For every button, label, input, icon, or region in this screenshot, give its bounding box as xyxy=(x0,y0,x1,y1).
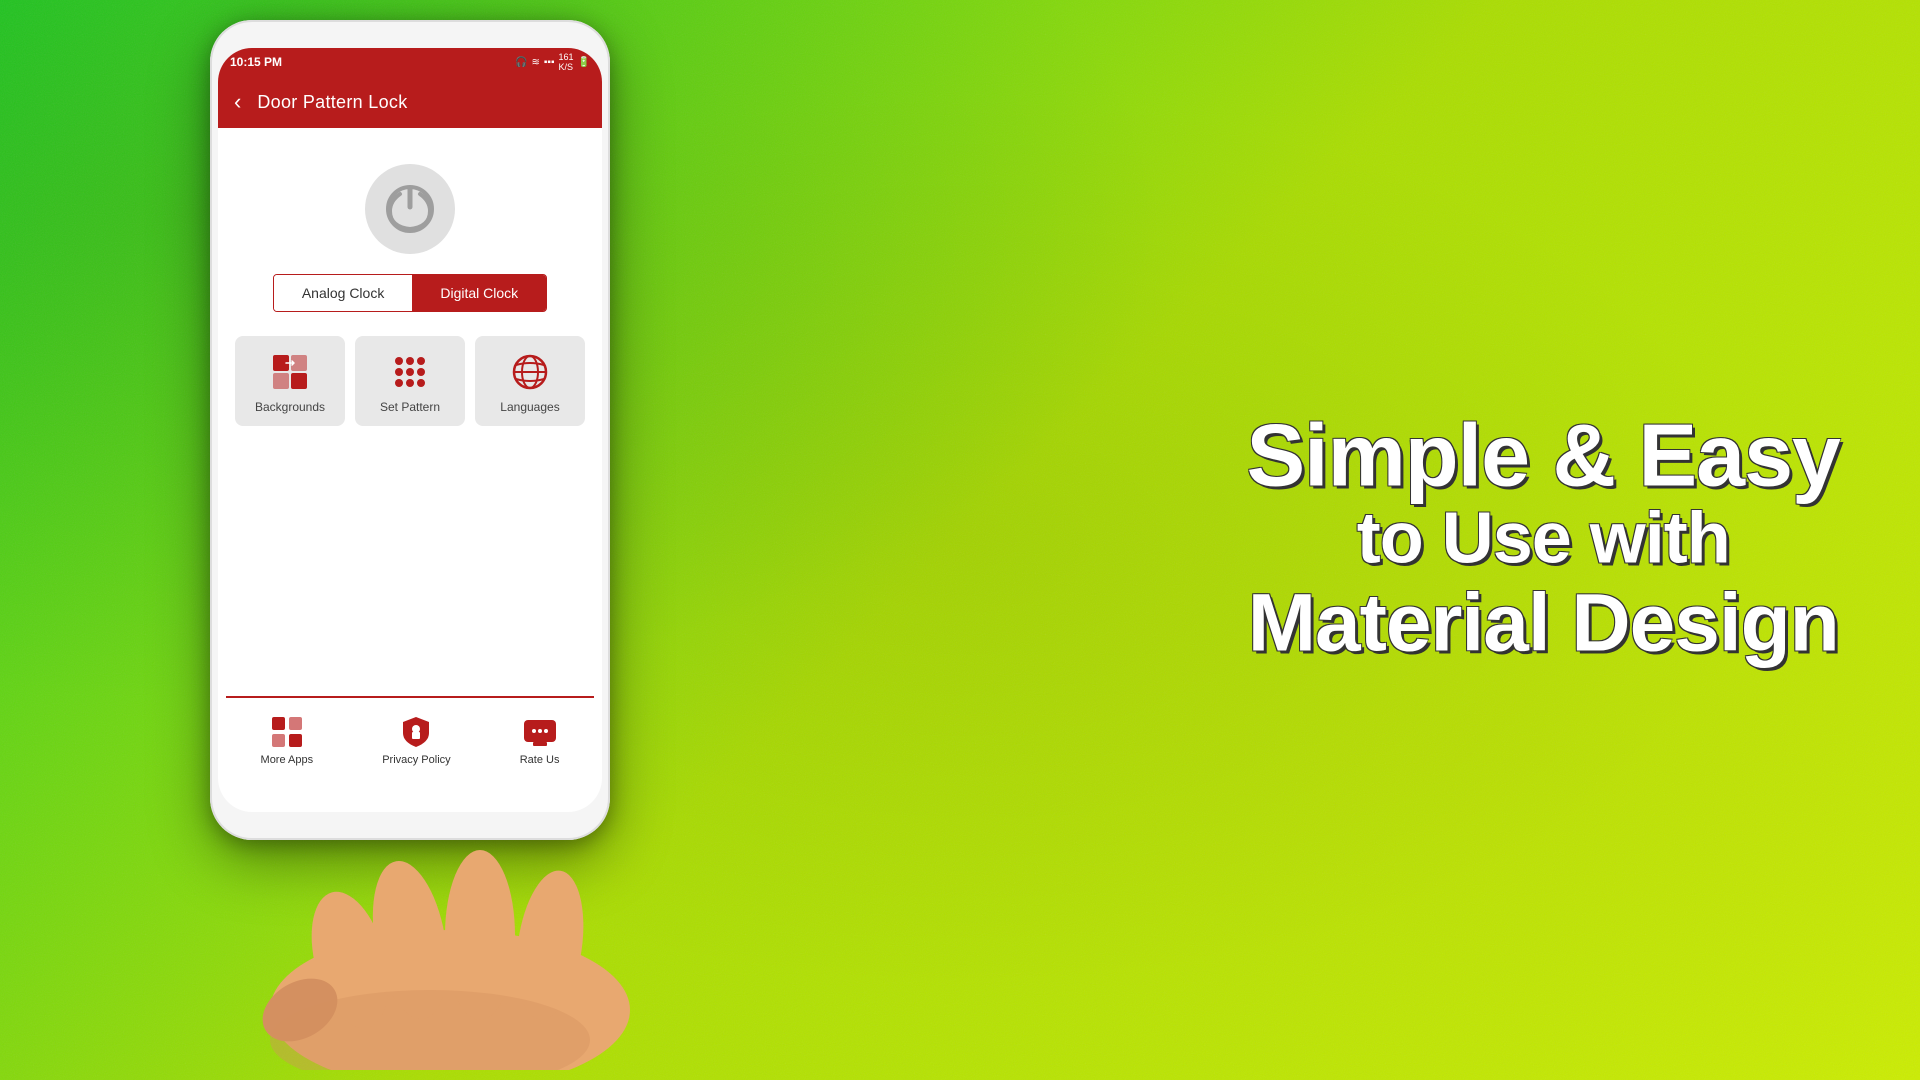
data-speed: 161K/S xyxy=(559,52,574,72)
phone-screen: 10:15 PM 🎧 ≋ ▪▪▪ 161K/S 🔋 ‹ Door Pattern… xyxy=(218,48,602,812)
back-button[interactable]: ‹ xyxy=(234,91,241,113)
headphone-icon: 🎧 xyxy=(515,57,527,68)
set-pattern-icon xyxy=(390,352,430,392)
status-time: 10:15 PM xyxy=(230,55,282,69)
signal-icon: ▪▪▪ xyxy=(544,57,555,68)
headline-line3: Material Design xyxy=(1246,579,1840,669)
status-icons: 🎧 ≋ ▪▪▪ 161K/S 🔋 xyxy=(515,52,590,72)
hand-area xyxy=(230,730,730,1080)
headline-line2: to Use with xyxy=(1246,499,1840,578)
analog-clock-button[interactable]: Analog Clock xyxy=(274,275,413,311)
clock-toggle-group: Analog Clock Digital Clock xyxy=(273,274,547,312)
languages-button[interactable]: Languages xyxy=(475,336,585,426)
backgrounds-label: Backgrounds xyxy=(255,400,325,414)
set-pattern-label: Set Pattern xyxy=(380,400,440,414)
right-text-block: Simple & Easy to Use with Material Desig… xyxy=(1246,411,1840,668)
screen-content: Analog Clock Digital Clock xyxy=(218,128,602,426)
app-bar: ‹ Door Pattern Lock xyxy=(218,76,602,128)
backgrounds-button[interactable]: Backgrounds xyxy=(235,336,345,426)
power-svg xyxy=(382,181,438,237)
set-pattern-button[interactable]: Set Pattern xyxy=(355,336,465,426)
digital-clock-button[interactable]: Digital Clock xyxy=(412,275,546,311)
phone-body: 10:15 PM 🎧 ≋ ▪▪▪ 161K/S 🔋 ‹ Door Pattern… xyxy=(210,20,610,840)
app-title: Door Pattern Lock xyxy=(257,92,407,113)
phone-mockup: 10:15 PM 🎧 ≋ ▪▪▪ 161K/S 🔋 ‹ Door Pattern… xyxy=(150,20,670,1060)
hand-svg xyxy=(230,730,730,1070)
clock-toggle-row: Analog Clock Digital Clock xyxy=(234,274,586,312)
languages-label: Languages xyxy=(500,400,559,414)
languages-icon xyxy=(510,352,550,392)
status-bar: 10:15 PM 🎧 ≋ ▪▪▪ 161K/S 🔋 xyxy=(218,48,602,76)
backgrounds-icon xyxy=(270,352,310,392)
power-icon[interactable] xyxy=(365,164,455,254)
power-icon-container xyxy=(234,164,586,254)
battery-icon: 🔋 xyxy=(578,57,590,68)
grid-buttons-row: Backgrounds xyxy=(234,336,586,426)
wifi-icon: ≋ xyxy=(531,57,539,68)
headline-line1: Simple & Easy xyxy=(1246,411,1840,499)
